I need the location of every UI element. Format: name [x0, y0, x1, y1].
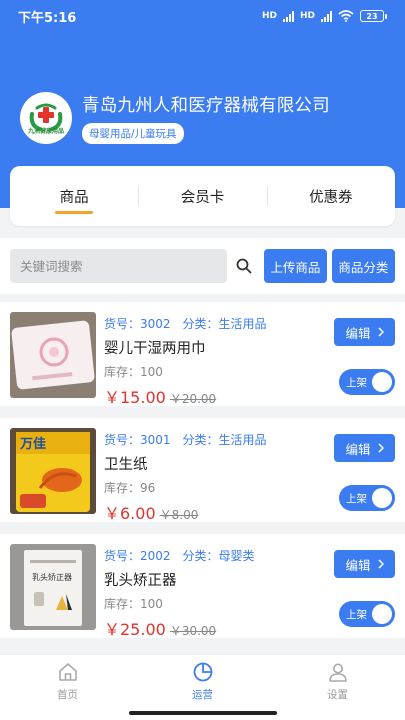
edit-button-label: 编辑: [345, 441, 371, 457]
product-category: 分类：母婴类: [182, 549, 255, 563]
chevron-right-icon: [377, 443, 384, 453]
listing-toggle[interactable]: 上架: [339, 601, 395, 627]
toilet-paper-package-image: 万佳: [10, 428, 96, 514]
product-price: ￥6.00: [104, 504, 156, 523]
product-name: 卫生纸: [104, 457, 148, 473]
network-label-1: HD: [261, 11, 277, 21]
product-stock: 库存：100: [104, 365, 163, 379]
search-toolbar: 上传商品 商品分类: [0, 238, 405, 294]
tab-coupons[interactable]: 优惠券: [266, 166, 395, 226]
active-tab-indicator: [55, 211, 94, 214]
listing-toggle[interactable]: 上架: [339, 369, 395, 395]
pie-chart-icon: [193, 662, 212, 682]
store-header: 九洲健康用品 青岛九州人和医疗器械有限公司 母婴用品/儿童玩具: [20, 92, 330, 144]
signal-icon: [282, 10, 294, 22]
listing-toggle[interactable]: 上架: [339, 485, 395, 511]
product-code: 货号：3001: [104, 433, 171, 447]
product-item[interactable]: 万佳 货号：3001 分类：生活用品 卫生纸 库存：96 ￥6.00 ￥8.00 编…: [0, 418, 405, 523]
package-brand-text: 万佳: [19, 436, 46, 452]
edit-button-label: 编辑: [345, 325, 371, 341]
tab-products[interactable]: 商品: [10, 166, 138, 226]
edit-button[interactable]: 编辑: [334, 550, 395, 578]
edit-button[interactable]: 编辑: [334, 434, 395, 462]
tab-products-label: 商品: [59, 189, 89, 206]
store-logo-text: 九洲健康用品: [27, 128, 64, 135]
tabbar-home[interactable]: 首页: [0, 655, 135, 720]
product-thumbnail: 乳头矫正器: [10, 544, 96, 630]
product-original-price: ￥20.00: [169, 392, 217, 406]
edit-button-label: 编辑: [345, 557, 371, 573]
chevron-right-icon: [377, 327, 384, 337]
signal-icon-2: [321, 10, 332, 22]
tab-member-card-label: 会员卡: [180, 189, 225, 206]
product-price: ￥25.00: [104, 620, 166, 639]
network-label-2: HD: [299, 11, 315, 21]
wifi-icon: [338, 10, 354, 22]
product-name: 婴儿干湿两用巾: [104, 341, 206, 357]
listing-toggle-label: 上架: [346, 492, 367, 505]
home-icon: [58, 663, 77, 681]
product-thumbnail: 万佳: [10, 428, 96, 514]
product-item[interactable]: 货号：3002 分类：生活用品 婴儿干湿两用巾 库存：100 ￥15.00 ￥20.…: [0, 302, 405, 407]
product-code: 货号：2002: [104, 549, 171, 563]
tab-coupons-label: 优惠券: [309, 189, 353, 206]
tabbar-operations-label: 运营: [192, 689, 213, 701]
product-category: 分类：生活用品: [182, 317, 267, 331]
product-original-price: ￥8.00: [159, 508, 199, 522]
product-name: 乳头矫正器: [104, 573, 177, 589]
toggle-knob: [372, 372, 392, 392]
status-icons: HD HD 23: [262, 10, 387, 22]
product-category: 分类：生活用品: [182, 433, 267, 447]
search-button[interactable]: [231, 249, 257, 283]
tab-member-card[interactable]: 会员卡: [138, 166, 266, 226]
status-time: 下午5:16: [18, 10, 77, 26]
listing-toggle-label: 上架: [346, 608, 367, 621]
upload-product-button[interactable]: 上传商品: [263, 249, 327, 283]
status-bar: 下午5:16 HD HD 23: [0, 0, 405, 32]
store-logo: 九洲健康用品: [20, 92, 72, 144]
wipes-package-image: [10, 312, 96, 398]
battery-icon: 23: [360, 10, 387, 22]
tabs-card: 商品 会员卡 优惠券: [10, 166, 395, 226]
product-stock: 库存：96: [104, 481, 156, 495]
product-price: ￥15.00: [104, 388, 166, 407]
product-item[interactable]: 乳头矫正器 货号：2002 分类：母婴类 乳头矫正器 库存：100 ￥25.00 ￥…: [0, 534, 405, 639]
product-original-price: ￥30.00: [169, 624, 217, 638]
product-code: 货号：3002: [104, 317, 171, 331]
store-name: 青岛九州人和医疗器械有限公司: [82, 96, 330, 116]
home-indicator: [129, 711, 277, 715]
package-label-text: 乳头矫正器: [32, 572, 72, 582]
toggle-knob: [372, 604, 392, 624]
product-stock: 库存：100: [104, 597, 163, 611]
toggle-knob: [372, 488, 392, 508]
search-input[interactable]: [10, 249, 228, 283]
chevron-right-icon: [377, 559, 384, 569]
product-category-button[interactable]: 商品分类: [331, 249, 395, 283]
edit-button[interactable]: 编辑: [334, 318, 395, 346]
user-icon: [328, 663, 347, 682]
tabbar-settings[interactable]: 设置: [270, 655, 405, 720]
product-thumbnail: [10, 312, 96, 398]
search-icon: [236, 258, 252, 274]
tabbar-home-label: 首页: [57, 689, 78, 701]
nipple-corrector-package-image: 乳头矫正器: [10, 544, 96, 630]
listing-toggle-label: 上架: [346, 376, 367, 389]
tabbar-settings-label: 设置: [327, 689, 348, 701]
store-category-tag: 母婴用品/儿童玩具: [82, 123, 184, 144]
